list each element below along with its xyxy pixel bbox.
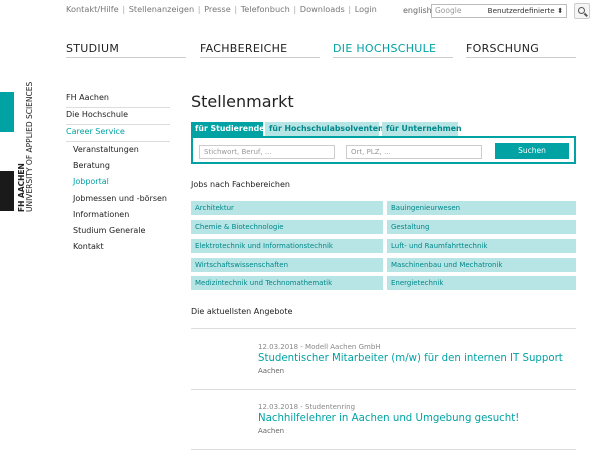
sidebar-subitem-jobmessen[interactable]: Jobmessen und -börsen xyxy=(66,191,170,207)
link-presse[interactable]: Presse xyxy=(204,4,231,14)
brand-tagline: UNIVERSITY OF APPLIED SCIENCES xyxy=(25,81,34,212)
link-login[interactable]: Login xyxy=(355,4,377,14)
sidebar-item-fh-aachen[interactable]: FH Aachen xyxy=(66,91,170,108)
offer-divider xyxy=(191,328,576,329)
category-link[interactable]: Luft- und Raumfahrttechnik xyxy=(387,239,576,253)
category-link[interactable]: Wirtschaftswissenschaften xyxy=(191,258,383,272)
offer-meta: 12.03.2018 - Modell Aachen GmbH xyxy=(258,343,381,351)
separator: | xyxy=(195,4,204,14)
nav-fachbereiche[interactable]: FACHBEREICHE xyxy=(200,42,287,55)
category-link[interactable]: Gestaltung xyxy=(387,220,576,234)
job-search-form: Stichwort, Beruf, ... Ort, PLZ, ... Such… xyxy=(191,136,576,164)
page-title: Stellenmarkt xyxy=(191,92,294,111)
jobs-by-department-heading: Jobs nach Fachbereichen xyxy=(191,180,290,189)
sidebar-subitem-jobportal[interactable]: Jobportal xyxy=(66,174,170,190)
link-kontakt-hilfe[interactable]: Kontakt/Hilfe xyxy=(66,4,119,14)
category-link[interactable]: Energietechnik xyxy=(387,276,576,290)
offer-location: Aachen xyxy=(258,367,285,375)
separator: | xyxy=(345,4,354,14)
main-navigation: STUDIUM FACHBEREICHE DIE HOCHSCHULE FORS… xyxy=(66,42,576,58)
brand-accent-bar xyxy=(0,92,14,132)
sidebar: FH Aachen Die Hochschule Career Service … xyxy=(66,91,170,255)
category-link[interactable]: Chemie & Biotechnologie xyxy=(191,220,383,234)
search-scope-label: Benutzerdefinierte xyxy=(487,6,555,15)
category-link[interactable]: Bauingenieurwesen xyxy=(387,201,576,215)
sidebar-item-career-service[interactable]: Career Service xyxy=(66,125,170,142)
search-button[interactable] xyxy=(574,3,590,19)
separator: | xyxy=(119,4,128,14)
nav-underline xyxy=(66,57,186,58)
utility-links: Kontakt/Hilfe | Stellenanzeigen | Presse… xyxy=(66,4,377,14)
category-link[interactable]: Maschinenbau und Mechatronik xyxy=(387,258,576,272)
google-search-input[interactable]: Google Benutzerdefinierte ⬍ xyxy=(431,4,567,18)
keyword-input[interactable]: Stichwort, Beruf, ... xyxy=(199,145,335,159)
search-submit-button[interactable]: Suchen xyxy=(495,143,569,159)
language-link[interactable]: english xyxy=(403,6,432,15)
tab-unternehmen[interactable]: für Unternehmen xyxy=(382,122,462,136)
separator: | xyxy=(290,4,299,14)
offer-divider xyxy=(191,449,576,450)
select-caret-icon: ⬍ xyxy=(556,6,563,15)
offer-divider xyxy=(191,389,576,390)
offer-title-link[interactable]: Studentischer Mitarbeiter (m/w) für den … xyxy=(258,353,563,364)
search-scope-select[interactable]: Benutzerdefinierte ⬍ xyxy=(488,6,563,15)
category-link[interactable]: Elektrotechnik und Informationstechnik xyxy=(191,239,383,253)
sidebar-subitem-studium-generale[interactable]: Studium Generale xyxy=(66,223,170,239)
link-telefonbuch[interactable]: Telefonbuch xyxy=(241,4,290,14)
nav-underline xyxy=(333,57,453,58)
location-input[interactable]: Ort, PLZ, ... xyxy=(346,145,482,159)
brand-dark-bar xyxy=(0,171,14,211)
offer-title-link[interactable]: Nachhilfelehrer in Aachen und Umgebung g… xyxy=(258,413,519,424)
sidebar-subitem-kontakt[interactable]: Kontakt xyxy=(66,239,170,255)
google-search-placeholder: Google xyxy=(435,6,462,15)
brand-logo-text: FH AACHEN UNIVERSITY OF APPLIED SCIENCES xyxy=(17,81,34,212)
separator: | xyxy=(231,4,240,14)
sidebar-subitem-beratung[interactable]: Beratung xyxy=(66,158,170,174)
offer-location: Aachen xyxy=(258,427,285,435)
search-icon xyxy=(578,7,585,14)
nav-studium[interactable]: STUDIUM xyxy=(66,42,119,55)
category-link[interactable]: Architektur xyxy=(191,201,383,215)
sidebar-item-die-hochschule[interactable]: Die Hochschule xyxy=(66,108,170,125)
sidebar-subitem-veranstaltungen[interactable]: Veranstaltungen xyxy=(66,142,170,158)
nav-forschung[interactable]: FORSCHUNG xyxy=(466,42,539,55)
nav-underline xyxy=(466,57,576,58)
nav-die-hochschule[interactable]: DIE HOCHSCHULE xyxy=(333,42,436,55)
tab-hochschulabsolventen[interactable]: für Hochschulabsolventen xyxy=(265,122,384,136)
sidebar-subitem-informationen[interactable]: Informationen xyxy=(66,207,170,223)
link-stellenanzeigen[interactable]: Stellenanzeigen xyxy=(129,4,194,14)
tab-studierende[interactable]: für Studierende xyxy=(191,122,265,136)
link-downloads[interactable]: Downloads xyxy=(300,4,345,14)
category-link[interactable]: Medizintechnik und Technomathematik xyxy=(191,276,383,290)
latest-offers-heading: Die aktuellsten Angebote xyxy=(191,307,293,316)
offer-meta: 12.03.2018 - Studentenring xyxy=(258,403,356,411)
nav-underline xyxy=(200,57,320,58)
